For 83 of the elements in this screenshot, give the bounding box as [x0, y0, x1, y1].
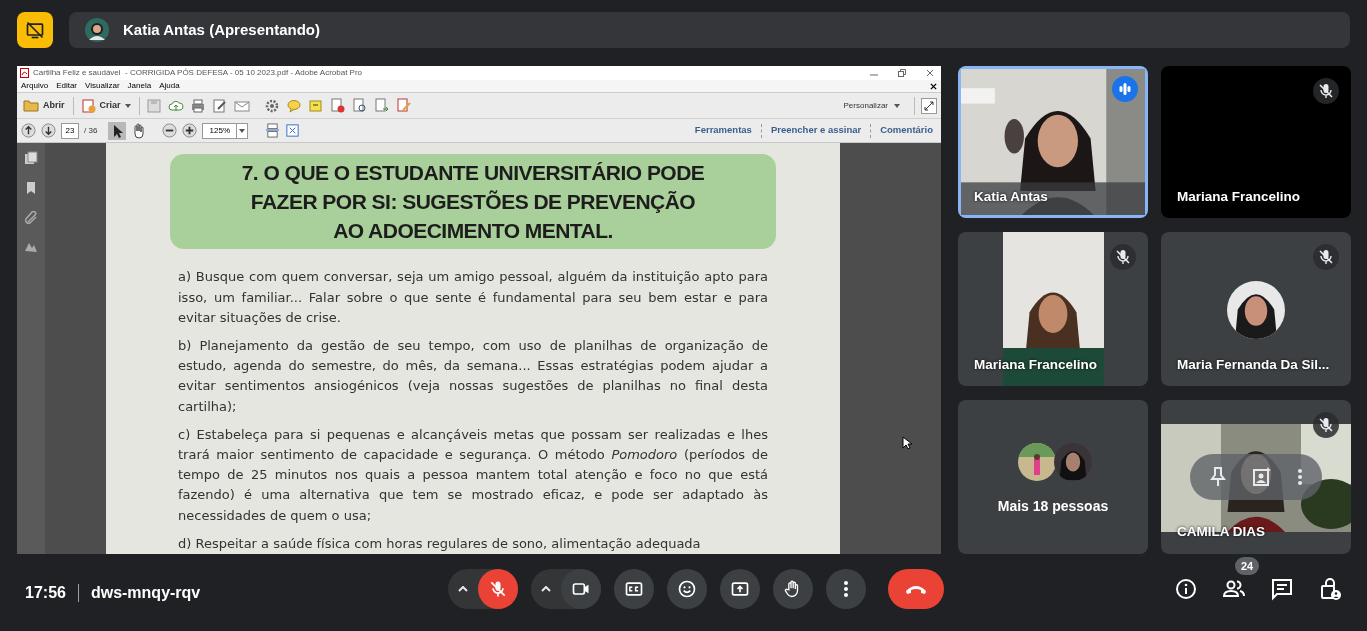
- page-number-field[interactable]: 23: [61, 122, 79, 139]
- participant-count: Mais 18 pessoas: [996, 497, 1110, 516]
- document-search-icon[interactable]: [351, 97, 368, 114]
- zoom-out-icon[interactable]: [162, 123, 178, 138]
- info-icon[interactable]: [1174, 577, 1198, 601]
- more-options-icon[interactable]: [1297, 468, 1304, 486]
- participant-name: Maria Fernanda Da Sil...: [1177, 355, 1330, 374]
- caret-icon: [894, 103, 900, 108]
- edit-icon[interactable]: [211, 97, 228, 114]
- paragraph: b) Planejamento da gestão de seu tempo, com uso de planilhas de organização de estudo, agenda do semestre, do mês, da semana... Essas estratégias podem ajudar a evitar sentimentos ansiogénicos (veja nossas sugestões de planilhas no final desta cartilha);: [178, 336, 768, 416]
- end-call-button[interactable]: [888, 569, 944, 609]
- arrow-up-icon[interactable]: [21, 123, 36, 138]
- phone-hangup-icon: [904, 583, 928, 595]
- meeting-code: dws-mnqy-rqv: [90, 582, 201, 603]
- sparkle-frame-icon[interactable]: [1252, 467, 1272, 487]
- folder-icon: [23, 99, 39, 112]
- comment-icon[interactable]: [285, 97, 302, 114]
- smiley-icon: [677, 579, 697, 599]
- customize-button[interactable]: Personalizar: [843, 99, 900, 112]
- highlight-icon[interactable]: [307, 97, 324, 114]
- captions-button[interactable]: [614, 569, 654, 609]
- reactions-button[interactable]: [667, 569, 707, 609]
- more-options-button[interactable]: [826, 569, 866, 609]
- microphone-button[interactable]: [478, 569, 518, 609]
- close-icon[interactable]: [930, 82, 937, 90]
- bookmark-icon[interactable]: [25, 181, 37, 195]
- page-count: / 36: [84, 124, 98, 137]
- menu-item[interactable]: Editar: [56, 80, 78, 92]
- present-button[interactable]: [720, 569, 760, 609]
- caret-icon[interactable]: [458, 586, 468, 592]
- participant-name: Mariana Francelino: [974, 355, 1098, 374]
- host-controls-icon[interactable]: [1318, 577, 1342, 601]
- document-plus-icon: [81, 98, 96, 113]
- caret-icon: [239, 128, 246, 133]
- presenter-name: Katia Antas (Apresentando): [123, 19, 320, 40]
- expand-icon[interactable]: [921, 97, 937, 114]
- open-button[interactable]: Abrir: [21, 98, 67, 113]
- restore-icon[interactable]: [898, 69, 906, 77]
- menu-item[interactable]: Arquivo: [21, 80, 49, 92]
- full-screen-icon[interactable]: [285, 123, 301, 138]
- heading-line: FAZER POR SI: SUGESTÕES DE PREVENÇÃO: [250, 189, 696, 216]
- panel-tab[interactable]: Preencher e assinar: [770, 123, 862, 138]
- participant-name: Mariana Francelino: [1177, 187, 1301, 206]
- panel-tab[interactable]: Comentário: [880, 123, 933, 138]
- pin-icon[interactable]: [1208, 467, 1227, 487]
- panel-tab[interactable]: Ferramentas: [694, 123, 752, 138]
- present-screen-icon: [730, 579, 750, 599]
- create-button[interactable]: Criar: [79, 98, 133, 113]
- stop-presenting-button[interactable]: [17, 12, 53, 48]
- printer-icon[interactable]: [189, 97, 206, 114]
- more-options-icon: [843, 580, 849, 598]
- screen-off-icon: [25, 20, 45, 40]
- raise-hand-button[interactable]: [773, 569, 813, 609]
- select-cursor-icon[interactable]: [108, 121, 127, 140]
- camera-button[interactable]: [561, 569, 601, 609]
- pages-icon[interactable]: [24, 151, 38, 165]
- heading-line: AO ADOECIMENTO MENTAL.: [333, 218, 613, 245]
- zoom-in-icon[interactable]: [182, 123, 198, 138]
- cursor-icon: [902, 436, 912, 450]
- clock: 17:56: [25, 582, 66, 603]
- fit-page-icon[interactable]: [265, 123, 281, 138]
- participant-badge: 24: [1235, 557, 1260, 575]
- document-export-icon[interactable]: [373, 97, 390, 114]
- captions-icon: [624, 579, 644, 599]
- window-title: Cartilha Feliz e saudável - CORRIGIDA PÓS DEFESA - 05 10 2023.pdf - Adobe Acrobat Pro: [33, 67, 363, 79]
- document-sign-icon[interactable]: [395, 97, 412, 114]
- paperclip-icon[interactable]: [24, 211, 38, 225]
- menu-item[interactable]: Visualizar: [85, 80, 120, 92]
- paragraph: a) Busque com quem conversar, seja um amigo pessoal, alguém da instituição apto para isso, um familiar... Falar sobre o que sente é fundamental para seu bem estar e para evitar situações de crise.: [178, 268, 768, 327]
- zoom-dropdown[interactable]: 125%: [202, 122, 249, 139]
- chat-icon[interactable]: [1270, 577, 1294, 601]
- gear-icon[interactable]: [263, 97, 280, 114]
- participant-name: Katia Antas: [974, 187, 1048, 206]
- paragraph: d) Respeitar a saúde física com horas regulares de sono, alimentação adequada: [178, 534, 702, 553]
- document-delete-icon[interactable]: [329, 97, 346, 114]
- arrow-down-icon[interactable]: [41, 123, 56, 138]
- heading-line: 7. O QUE O ESTUDANTE UNIVERSITÁRIO PODE: [241, 160, 705, 187]
- paragraph: c) Estabeleça para si pequenas e alcançáveis metas que possam ser realizadas e lhes trará maior sentimento de capacidade e segurança. O método Pomodoro (períodos de tempo de 25 minutos nos quais a pessoa mantem total atenção e foco no que está fazendo) é uma alternativa que tem se mostrado eficaz, e pode ser adaptado às necessidades de quem o usa;: [178, 425, 768, 525]
- menu-item[interactable]: Janela: [127, 80, 152, 92]
- menu-item[interactable]: Ajuda: [159, 80, 180, 92]
- caret-icon[interactable]: [541, 586, 551, 592]
- caret-icon: [124, 103, 131, 108]
- muted-mic-icon: [488, 579, 508, 599]
